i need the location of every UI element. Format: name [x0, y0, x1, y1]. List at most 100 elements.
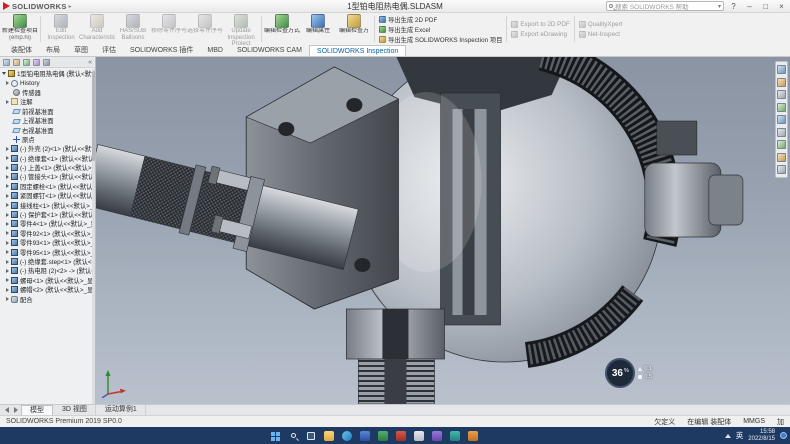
tab-sketch[interactable]: 草图 — [67, 45, 95, 56]
tree-item-part[interactable]: (-) 保护套<1> (默认<<默认>_显示状态>) — [0, 210, 95, 219]
expand-arrow-icon[interactable] — [6, 194, 9, 198]
tree-item-assembly-root[interactable]: 1型铂电阻热电偶 (默认<默认_显示状态-1>) — [0, 69, 95, 78]
solidworks-resources-icon[interactable] — [777, 65, 786, 74]
ribbon-button-edit-inspection[interactable]: Edit Inspection — [43, 13, 79, 45]
expand-arrow-icon[interactable] — [6, 203, 9, 207]
expand-arrow-icon[interactable] — [6, 147, 9, 151]
model-3d[interactable] — [96, 57, 790, 404]
tab-solidworks-inspection[interactable]: SOLIDWORKS Inspection — [309, 45, 406, 56]
chevron-down-icon[interactable]: ▾ — [718, 3, 721, 10]
notification-icon[interactable] — [780, 432, 787, 439]
ribbon-button-has-sub-balloons[interactable]: HAS/SUB Balloons — [115, 13, 151, 45]
settings-pane-icon[interactable] — [777, 165, 786, 174]
tree-item-sensors[interactable]: 传感器 — [0, 88, 95, 97]
menu-expand-icon[interactable]: ▸ — [69, 3, 72, 10]
tab-mbd[interactable]: MBD — [200, 45, 230, 56]
ribbon-button-export-2d-pdf-cn[interactable]: 导出生成 2D PDF — [379, 15, 502, 24]
tree-item-right-plane[interactable]: 右视基准面 — [0, 125, 95, 134]
tree-item-origin[interactable]: 原点 — [0, 135, 95, 144]
tree-item-annotations[interactable]: 注解 — [0, 97, 95, 106]
ribbon-button-new-inspection-project[interactable]: 新建检查项目 (emp.hi) — [2, 13, 38, 45]
maximize-button[interactable]: □ — [759, 1, 772, 12]
expand-arrow-icon[interactable] — [6, 81, 9, 85]
expand-arrow-icon[interactable] — [6, 278, 9, 282]
tab-model[interactable]: 模型 — [21, 405, 53, 415]
ribbon-button-export-inspection-project-cn[interactable]: 导出生成 SOLIDWORKS Inspection 项目 — [379, 35, 502, 44]
taskbar-search-button[interactable] — [287, 430, 299, 442]
ribbon-button-add-characteristic[interactable]: Add Characteristic — [79, 13, 115, 45]
appearances-scenes-icon[interactable] — [777, 115, 786, 124]
tree-item-part[interactable]: (-) 上盖<1> (默认<<默认>_显示状态>) — [0, 163, 95, 172]
ribbon-button-qualityxpert[interactable]: QualityXpert — [579, 20, 623, 29]
expand-arrow-icon[interactable] — [6, 175, 9, 179]
task-view-button[interactable] — [305, 430, 317, 442]
expand-arrow-icon[interactable] — [6, 100, 9, 104]
ribbon-button-remove-balloon[interactable]: 移除零件序号 — [151, 13, 187, 45]
ribbon-button-export-edrawing[interactable]: Export eDrawing — [511, 30, 569, 39]
ribbon-button-update-inspection-project[interactable]: Update Inspection Project — [223, 13, 259, 45]
inspection-pane-icon[interactable] — [777, 140, 786, 149]
taskbar-file-explorer[interactable] — [323, 430, 335, 442]
tree-item-part[interactable]: 零件4<1> (默认<<默认>_显示状态>) — [0, 219, 95, 228]
start-button[interactable] — [269, 430, 281, 442]
tray-expand-icon[interactable] — [725, 434, 731, 438]
display-manager-icon[interactable] — [43, 59, 50, 66]
help-search-box[interactable]: 搜索 SOLIDWORKS 帮助 ▾ — [606, 1, 724, 11]
tree-item-part[interactable]: 零件95<1> (默认<<默认>_显示状态>) — [0, 247, 95, 256]
status-tag[interactable]: 加 — [777, 417, 784, 427]
ribbon-button-edit-inspection[interactable]: 编辑检查方 — [336, 13, 372, 45]
feature-tree-icon[interactable] — [3, 59, 10, 66]
tab-scroll-right-icon[interactable] — [14, 407, 18, 413]
taskbar-app-8[interactable] — [467, 430, 479, 442]
ribbon-button-edit-properties[interactable]: 编辑属性 — [300, 13, 336, 45]
tree-item-front-plane[interactable]: 前视基准面 — [0, 107, 95, 116]
minimize-button[interactable]: – — [743, 1, 756, 12]
tree-item-part[interactable]: 零件92<1> (默认<<默认>_显示状态>) — [0, 229, 95, 238]
taskbar-clock[interactable]: 15:58 2022/8/15 — [748, 429, 775, 443]
taskbar-app-3[interactable] — [377, 430, 389, 442]
close-button[interactable]: × — [775, 1, 788, 12]
ribbon-button-export-to-2d-pdf[interactable]: Export to 2D PDF — [511, 20, 569, 29]
expand-arrow-icon[interactable] — [6, 250, 9, 254]
ribbon-button-select-balloon[interactable]: 选择零件序号 — [187, 13, 223, 45]
tab-3d-views[interactable]: 3D 视图 — [54, 405, 96, 415]
tree-item-part[interactable]: 螺帽<2> (默认<<默认>_显示状态>) — [0, 285, 95, 294]
taskbar-app-7[interactable] — [449, 430, 461, 442]
taskbar-app-2[interactable] — [359, 430, 371, 442]
tree-item-top-plane[interactable]: 上视基准面 — [0, 116, 95, 125]
help-button[interactable]: ? — [727, 1, 740, 12]
tree-item-part[interactable]: 螺母<1> (默认<<默认>_显示状态>) — [0, 276, 95, 285]
file-explorer-icon[interactable] — [777, 90, 786, 99]
expand-arrow-icon[interactable] — [6, 156, 9, 160]
expand-arrow-icon[interactable] — [6, 213, 9, 217]
tab-solidworks-addins[interactable]: SOLIDWORKS 插件 — [123, 45, 200, 56]
custom-properties-icon[interactable] — [777, 128, 786, 137]
ribbon-button-export-excel-cn[interactable]: 导出生成 Excel — [379, 25, 502, 34]
taskbar-app-1[interactable] — [341, 430, 353, 442]
expand-arrow-icon[interactable] — [6, 288, 9, 292]
expand-arrow-icon[interactable] — [6, 241, 9, 245]
model-bottom-stem[interactable] — [346, 309, 444, 404]
tab-layout[interactable]: 布局 — [39, 45, 67, 56]
tree-item-part[interactable]: (-) 外壳 (2)<1> (默认<<默认>_显示状态>) — [0, 144, 95, 153]
tree-item-part[interactable]: (-) 绝缘套<1> (默认<<默认>_显示状态>) — [0, 154, 95, 163]
ribbon-button-edit-inspection-method[interactable]: 编辑检查方式 — [264, 13, 300, 45]
taskbar-app-4[interactable] — [395, 430, 407, 442]
tree-item-part[interactable]: (-) 热电阻 (2)<2> -> (默认<<默认>_显示状态>) — [0, 266, 95, 275]
status-units[interactable]: MMGS — [743, 418, 765, 425]
graphics-area[interactable]: 36% 0.1 0.5 — [96, 57, 790, 404]
expand-arrow-icon[interactable] — [6, 222, 9, 226]
tab-motion-study[interactable]: 运动算例1 — [97, 405, 146, 415]
expand-arrow-icon[interactable] — [6, 231, 9, 235]
expand-arrow-icon[interactable] — [6, 260, 9, 264]
tree-item-part[interactable]: 零件93<1> (默认<<默认>_显示状态>) — [0, 238, 95, 247]
tab-scroll-left-icon[interactable] — [5, 407, 9, 413]
panel-collapse-icon[interactable]: « — [88, 58, 92, 67]
forum-icon[interactable] — [777, 153, 786, 162]
ribbon-button-net-inspect[interactable]: Net-Inspect — [579, 30, 623, 39]
tree-item-part[interactable]: (-) 绝缘套.step<1> (默认<<默认>_显示状态>) — [0, 257, 95, 266]
model-right-boss[interactable] — [645, 121, 743, 237]
tree-item-part[interactable]: (-) 管接头<1> (默认<<默认>_显示状态>) — [0, 172, 95, 181]
tree-item-part[interactable]: 固定螺栓<1> (默认<<默认>_显示状态>) — [0, 182, 95, 191]
taskbar-app-6[interactable] — [431, 430, 443, 442]
